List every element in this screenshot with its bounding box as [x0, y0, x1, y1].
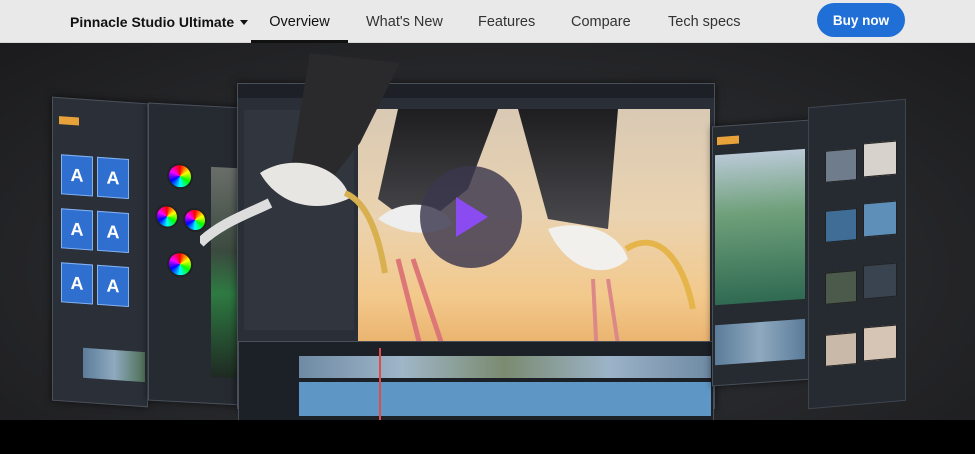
title-thumbnail: A	[97, 264, 129, 308]
effects-panel-left: A A A A A A	[52, 96, 148, 408]
timeline	[238, 341, 714, 420]
nav-tech-specs[interactable]: Tech specs	[668, 0, 741, 43]
buy-now-button[interactable]: Buy now	[817, 3, 905, 37]
top-navigation: Pinnacle Studio Ultimate Overview What's…	[0, 0, 975, 43]
media-preview-panel	[712, 119, 810, 387]
hero-banner: A A A A A A	[0, 43, 975, 420]
library-thumbnail[interactable]	[825, 208, 857, 243]
title-thumbnail: A	[61, 262, 93, 305]
library-thumbnail[interactable]	[863, 262, 897, 300]
product-menu[interactable]: Pinnacle Studio Ultimate	[70, 0, 249, 43]
chevron-down-icon	[240, 20, 249, 25]
library-thumbnail[interactable]	[863, 324, 897, 362]
product-name: Pinnacle Studio Ultimate	[70, 13, 235, 30]
library-thumbnail[interactable]	[863, 140, 897, 178]
title-thumbnail: A	[97, 156, 129, 200]
nav-whats-new[interactable]: What's New	[366, 0, 443, 43]
playhead[interactable]	[379, 348, 381, 420]
title-thumbnail: A	[61, 208, 93, 251]
library-thumbnail[interactable]	[825, 270, 857, 305]
color-wheel-icon	[167, 162, 193, 190]
color-wheel-icon	[167, 250, 193, 278]
video-track	[299, 356, 711, 378]
library-thumbnail[interactable]	[863, 200, 897, 238]
play-video-button[interactable]	[420, 166, 522, 268]
stork-flying-left	[200, 53, 400, 274]
color-wheel-icon	[155, 203, 179, 230]
play-icon	[456, 197, 488, 237]
title-thumbnail: A	[61, 154, 93, 197]
overlay-track	[299, 382, 711, 416]
library-thumbnail[interactable]	[825, 148, 857, 183]
library-panel	[808, 98, 906, 410]
title-thumbnail: A	[97, 210, 129, 254]
nav-overview[interactable]: Overview	[251, 0, 348, 43]
nav-compare[interactable]: Compare	[571, 0, 631, 43]
library-thumbnail[interactable]	[825, 332, 857, 367]
page-bottom-strip	[0, 420, 975, 454]
nav-features[interactable]: Features	[478, 0, 535, 43]
